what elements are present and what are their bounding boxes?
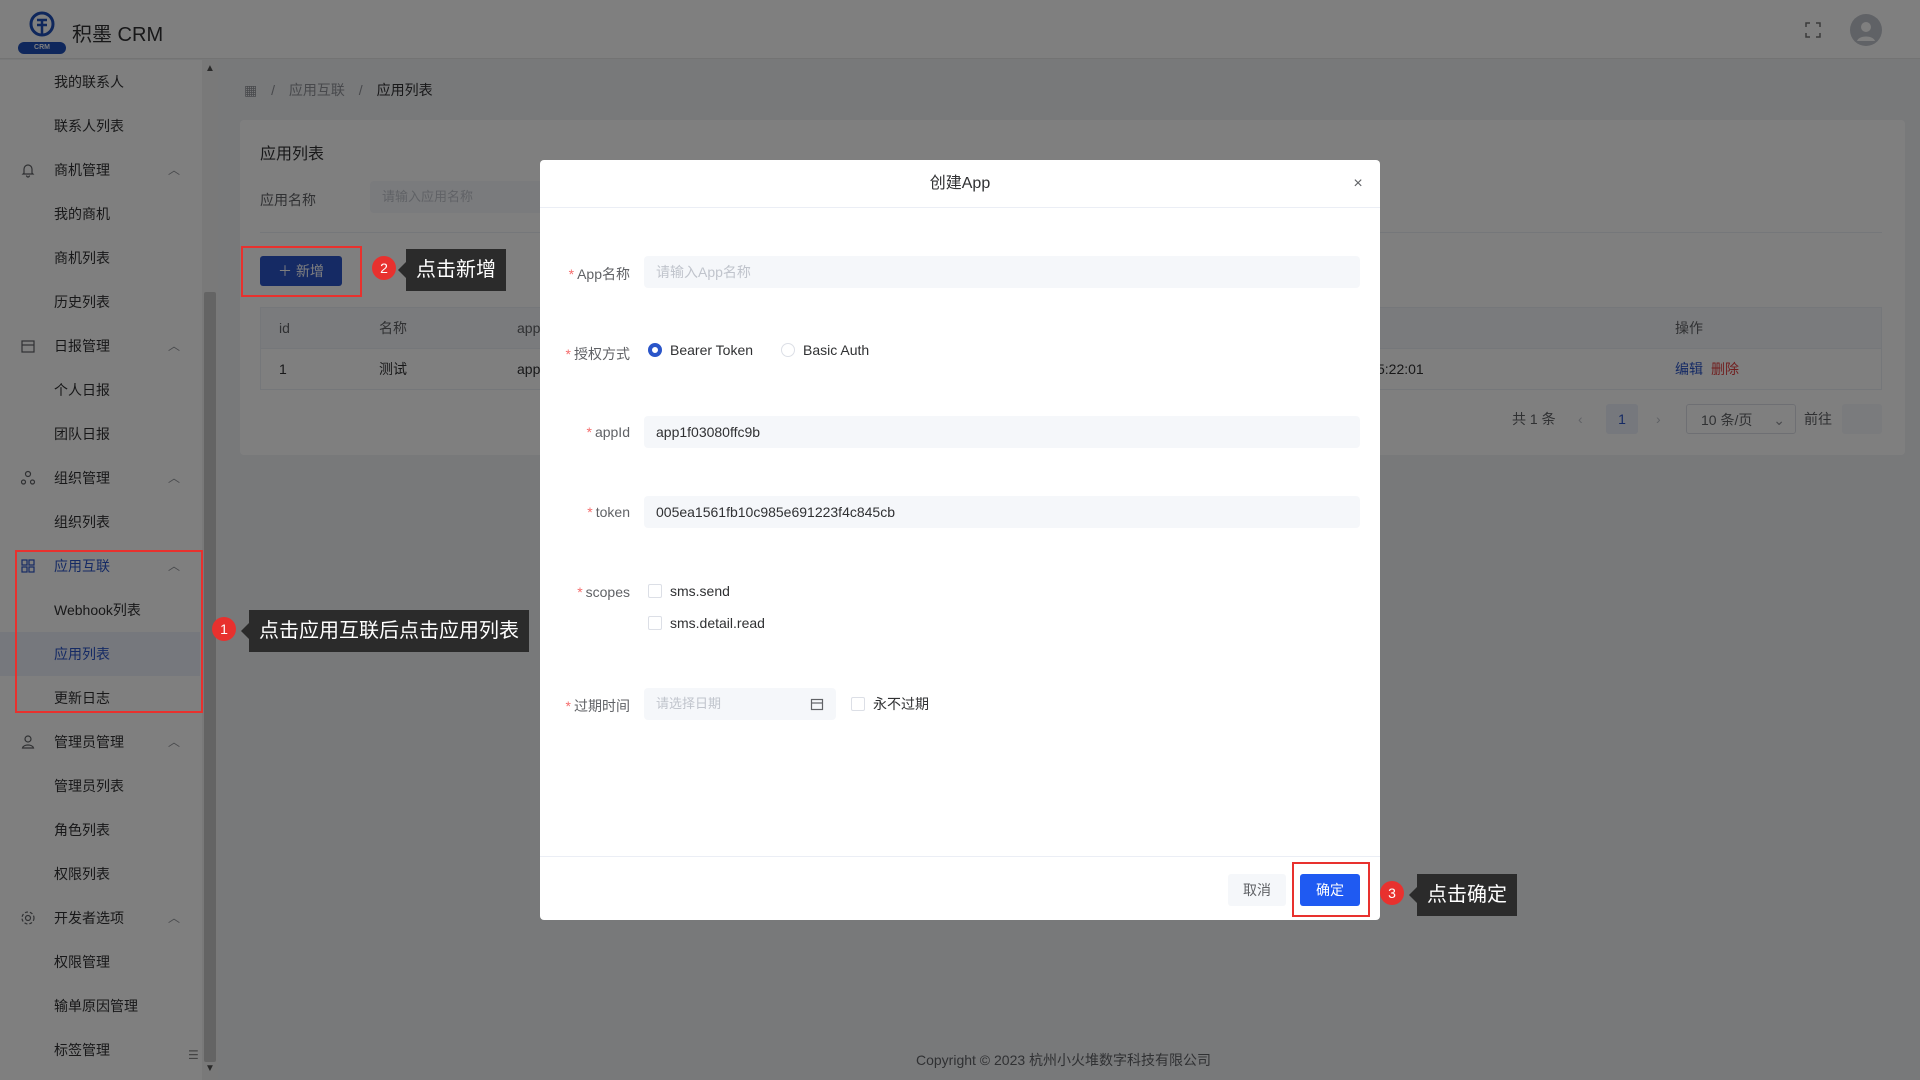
radio-checked-icon xyxy=(648,343,662,357)
highlight-step1 xyxy=(15,550,203,713)
dialog-footer-divider xyxy=(540,856,1380,857)
step3-tooltip: 点击确定 xyxy=(1409,874,1517,916)
checkbox-label: sms.detail.read xyxy=(670,615,765,631)
required-mark: * xyxy=(565,698,571,714)
close-icon[interactable]: × xyxy=(1348,174,1368,194)
checkbox-never-expire[interactable]: 永不过期 xyxy=(851,694,929,714)
calendar-icon xyxy=(810,698,824,711)
required-mark: * xyxy=(568,266,575,282)
checkbox-icon xyxy=(851,697,865,711)
token-label: * token xyxy=(540,504,630,520)
required-mark: * xyxy=(577,584,583,600)
step2-tooltip: 点击新增 xyxy=(398,249,506,291)
field-label-text: 授权方式 xyxy=(574,346,630,362)
required-mark: * xyxy=(587,504,593,520)
radio-label: Basic Auth xyxy=(803,342,870,358)
field-label-text: token xyxy=(595,504,630,520)
checkbox-icon xyxy=(648,584,662,598)
checkbox-label: sms.send xyxy=(670,583,730,599)
field-label-text: appId xyxy=(594,424,630,440)
create-app-dialog: 创建App × * App名称 请输入App名称 * 授权方式 Bearer Tok… xyxy=(540,160,1380,920)
highlight-step2 xyxy=(241,246,362,297)
required-mark: * xyxy=(565,346,571,362)
scopes-label: * scopes xyxy=(540,584,630,600)
radio-label: Bearer Token xyxy=(670,342,754,358)
expire-date-picker[interactable]: 请选择日期 xyxy=(644,688,836,720)
date-placeholder: 请选择日期 xyxy=(656,696,722,711)
checkbox-label: 永不过期 xyxy=(873,696,929,712)
step1-tooltip: 点击应用互联后点击应用列表 xyxy=(241,610,529,652)
dialog-title: 创建App xyxy=(929,175,991,192)
step1-badge: 1 xyxy=(212,617,236,641)
step3-badge: 3 xyxy=(1380,881,1404,905)
app-name-input[interactable]: 请输入App名称 xyxy=(644,256,1360,288)
required-mark: * xyxy=(586,424,592,440)
appid-label: * appId xyxy=(540,424,631,440)
checkbox-icon xyxy=(648,616,662,630)
radio-unchecked-icon xyxy=(781,343,795,357)
checkbox-sms-detail-read[interactable]: sms.detail.read xyxy=(648,613,765,633)
field-label-text: scopes xyxy=(585,584,630,600)
highlight-step3 xyxy=(1292,862,1370,917)
field-label-text: 过期时间 xyxy=(574,698,630,714)
auth-type-label: * 授权方式 xyxy=(540,344,630,364)
field-label-text: App名称 xyxy=(577,266,630,282)
dialog-header: 创建App × xyxy=(540,160,1380,208)
appid-input[interactable]: app1f03080ffc9b xyxy=(644,416,1360,448)
token-input[interactable]: 005ea1561fb10c985e691223f4c845cb xyxy=(644,496,1360,528)
app-name-label: * App名称 xyxy=(540,264,630,284)
radio-bearer-token[interactable]: Bearer Token xyxy=(648,340,753,360)
checkbox-sms-send[interactable]: sms.send xyxy=(648,581,730,601)
cancel-button[interactable]: 取消 xyxy=(1228,874,1286,906)
expire-label: * 过期时间 xyxy=(540,696,630,716)
radio-basic-auth[interactable]: Basic Auth xyxy=(781,340,869,360)
step2-badge: 2 xyxy=(372,256,396,280)
